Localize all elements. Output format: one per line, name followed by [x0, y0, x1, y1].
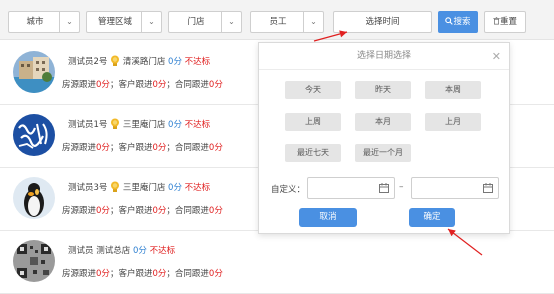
employee-name: 测试员1号 [68, 120, 108, 130]
calendar-icon [483, 183, 493, 193]
stat-label: 房源跟进 [62, 143, 97, 153]
stats-line: 房源跟进0分；客户跟进0分；合同跟进0分 [62, 143, 223, 153]
start-date-input[interactable] [307, 177, 395, 199]
modal-header: 选择日期选择 ✕ [259, 43, 509, 70]
close-icon[interactable]: ✕ [492, 43, 501, 70]
quick-this-month-button[interactable]: 本月 [355, 113, 411, 131]
score: 0分 [168, 120, 182, 130]
filter-bar: 城市 ⌄ 管理区域 ⌄ 门店 ⌄ 员工 ⌄ 选择时间 搜索 重置 [0, 0, 554, 40]
quick-last-7-days-button[interactable]: 最近七天 [285, 144, 341, 162]
stat-value: 0分 [96, 143, 110, 153]
range-separator: – [399, 182, 404, 192]
search-button-label: 搜索 [453, 17, 471, 27]
custom-range-label: 自定义： [271, 185, 306, 195]
chevron-down-icon: ⌄ [59, 12, 79, 32]
modal-title: 选择日期选择 [356, 51, 411, 61]
list-item[interactable]: 测试员 测试总店 0分 不达标 房源跟进0分；客户跟进0分；合同跟进0分 [0, 230, 554, 294]
avatar [13, 177, 55, 219]
status-badge: 不达标 [149, 246, 176, 256]
stat-label: 客户跟进 [118, 80, 153, 90]
stat-value: 0分 [152, 80, 167, 90]
stat-value: 0分 [96, 206, 110, 216]
stat-label: 客户跟进 [118, 269, 153, 279]
employee-name: 测试员3号 [68, 183, 108, 193]
city-select-label: 城市 [26, 17, 44, 27]
medal-icon [111, 55, 120, 66]
store-name: 三里庵门店 [122, 120, 166, 130]
quick-yesterday-button[interactable]: 昨天 [355, 81, 411, 99]
quick-today-button[interactable]: 今天 [285, 81, 341, 99]
chevron-down-icon: ⌄ [303, 12, 323, 32]
stat-value: 0分 [208, 143, 223, 153]
store-name: 测试总店 [96, 246, 131, 256]
trash-icon [493, 17, 500, 25]
reset-button-label: 重置 [499, 17, 517, 27]
city-select[interactable]: 城市 ⌄ [8, 11, 80, 33]
quick-last-month-range-button[interactable]: 最近一个月 [355, 144, 411, 162]
quick-last-month-button[interactable]: 上月 [425, 113, 481, 131]
store-name: 清溪路门店 [122, 57, 166, 67]
stat-label: 合同跟进 [174, 143, 209, 153]
stat-value: 0分 [152, 143, 167, 153]
score: 0分 [168, 57, 182, 67]
employee-name: 测试员2号 [68, 57, 108, 67]
employee-select-label: 员工 [269, 17, 287, 27]
search-button[interactable]: 搜索 [438, 11, 478, 33]
score: 0分 [168, 183, 182, 193]
stat-label: 合同跟进 [174, 269, 209, 279]
select-time-button[interactable]: 选择时间 [333, 11, 432, 33]
stat-value: 0分 [208, 80, 223, 90]
stat-value: 0分 [208, 206, 223, 216]
region-select[interactable]: 管理区域 ⌄ [86, 11, 162, 33]
end-date-input[interactable] [411, 177, 499, 199]
stat-label: 房源跟进 [62, 80, 97, 90]
stat-label: 合同跟进 [174, 80, 209, 90]
employee-name: 测试员 [68, 246, 94, 256]
avatar [13, 51, 55, 93]
quick-this-week-button[interactable]: 本周 [425, 81, 481, 99]
status-badge: 不达标 [184, 183, 211, 193]
stat-value: 0分 [152, 206, 167, 216]
confirm-button[interactable]: 确定 [409, 208, 455, 227]
store-select-label: 门店 [187, 17, 205, 27]
store-select[interactable]: 门店 ⌄ [168, 11, 242, 33]
stat-value: 0分 [152, 269, 167, 279]
reset-button[interactable]: 重置 [484, 11, 526, 33]
avatar [13, 114, 55, 156]
stats-line: 房源跟进0分；客户跟进0分；合同跟进0分 [62, 269, 223, 279]
avatar [13, 240, 55, 282]
region-select-label: 管理区域 [97, 17, 132, 27]
medal-icon [111, 181, 120, 192]
stat-value: 0分 [96, 80, 110, 90]
status-badge: 不达标 [184, 57, 211, 67]
status-badge: 不达标 [184, 120, 211, 130]
store-name: 三里庵门店 [122, 183, 166, 193]
date-range-modal: 选择日期选择 ✕ 今天 昨天 本周 上周 本月 上月 最近七天 最近一个月 自定… [258, 42, 510, 234]
stat-label: 合同跟进 [174, 206, 209, 216]
stats-line: 房源跟进0分；客户跟进0分；合同跟进0分 [62, 80, 223, 90]
stat-label: 房源跟进 [62, 269, 97, 279]
stat-label: 客户跟进 [118, 206, 153, 216]
employee-select[interactable]: 员工 ⌄ [250, 11, 324, 33]
cancel-button[interactable]: 取消 [299, 208, 357, 227]
employee-info: 测试员 测试总店 0分 不达标 [68, 244, 175, 256]
stat-label: 房源跟进 [62, 206, 97, 216]
score: 0分 [132, 246, 147, 256]
medal-icon [111, 118, 120, 129]
stat-label: 客户跟进 [118, 143, 153, 153]
calendar-icon [379, 183, 389, 193]
stat-value: 0分 [96, 269, 110, 279]
stats-line: 房源跟进0分；客户跟进0分；合同跟进0分 [62, 206, 223, 216]
quick-last-week-button[interactable]: 上周 [285, 113, 341, 131]
chevron-down-icon: ⌄ [221, 12, 241, 32]
stat-value: 0分 [208, 269, 223, 279]
employee-info: 测试员1号 三里庵门店 0分 不达标 [68, 118, 210, 130]
employee-info: 测试员2号 清溪路门店 0分 不达标 [68, 55, 210, 67]
chevron-down-icon: ⌄ [141, 12, 161, 32]
employee-info: 测试员3号 三里庵门店 0分 不达标 [68, 181, 210, 193]
